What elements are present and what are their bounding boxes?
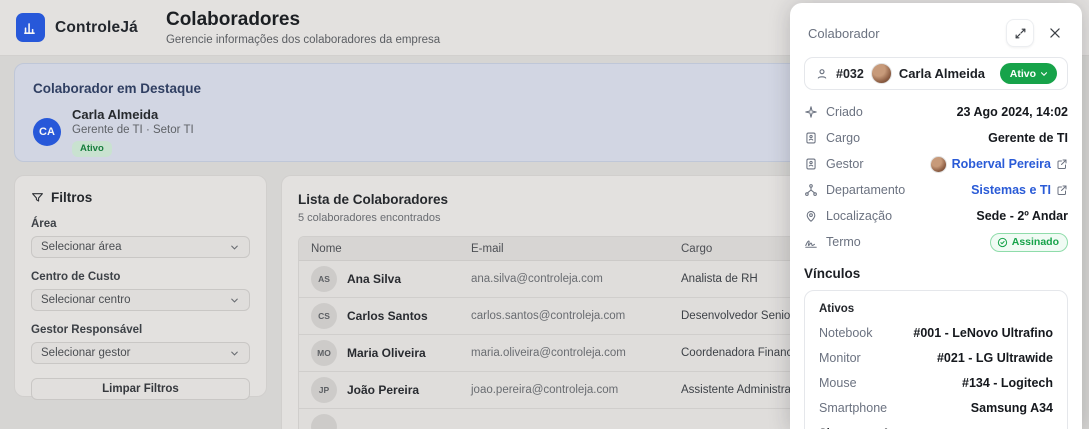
collaborator-detail-panel: Colaborador #032 Carla Almeida Ativo [790, 3, 1082, 429]
smartphone-link[interactable]: Samsung A34 [971, 401, 1053, 415]
avatar: CS [311, 303, 337, 329]
app-logo [16, 13, 45, 42]
column-header-email: E-mail [471, 243, 681, 255]
row-email: joao.pereira@controleja.com [471, 384, 681, 396]
mouse-value: #134 - Logitech [962, 376, 1053, 390]
vinculo-row: Smartphone Samsung A34 [819, 401, 1053, 415]
field-termo: Termo Assinado [804, 232, 1068, 252]
row-name: Carlos Santos [347, 309, 428, 323]
employee-id-row: #032 Carla Almeida Ativo [804, 57, 1068, 90]
manager-select[interactable]: Selecionar gestor [31, 342, 250, 364]
cost-center-label: Centro de Custo [31, 271, 250, 283]
area-label: Área [31, 218, 250, 230]
chevron-down-icon [229, 242, 240, 253]
notebook-link[interactable]: #001 - LeNovo Ultrafino [913, 326, 1053, 340]
external-link-icon [1056, 184, 1068, 196]
check-circle-icon [997, 237, 1008, 248]
field-label: Criado [826, 105, 863, 119]
row-email: carlos.santos@controleja.com [471, 310, 681, 322]
vinculo-label: Notebook [819, 326, 873, 340]
vinculo-row: Monitor #021 - LG Ultrawide [819, 351, 1053, 365]
cost-center-select[interactable]: Selecionar centro [31, 289, 250, 311]
field-gestor: Gestor Roberval Pereira [804, 154, 1068, 174]
avatar [311, 414, 337, 429]
featured-name: Carla Almeida [72, 107, 194, 122]
clear-filters-button[interactable]: Limpar Filtros [31, 378, 250, 400]
close-icon [1048, 26, 1062, 40]
field-value: Gerente de TI [988, 131, 1068, 145]
close-button[interactable] [1042, 20, 1068, 46]
row-name: João Pereira [347, 383, 419, 397]
row-email: ana.silva@controleja.com [471, 273, 681, 285]
employee-name: Carla Almeida [899, 66, 993, 81]
field-departamento: Departamento Sistemas e TI [804, 180, 1068, 200]
department-link[interactable]: Sistemas e TI [971, 183, 1051, 197]
status-label: Ativo [1010, 68, 1036, 80]
page-subtitle: Gerencie informações dos colaboradores d… [166, 34, 440, 46]
avatar: CA [33, 118, 61, 146]
field-label: Gestor [826, 157, 864, 171]
chevron-down-icon [1039, 69, 1049, 79]
id-badge-icon [804, 157, 818, 171]
field-localizacao: Localização Sede - 2º Andar [804, 206, 1068, 226]
brand-name: ControleJá [55, 19, 138, 37]
monitor-link[interactable]: #021 - LG Ultrawide [937, 351, 1053, 365]
field-cargo: Cargo Gerente de TI [804, 128, 1068, 148]
vinculo-row: Mouse #134 - Logitech [819, 376, 1053, 390]
filters-card: Filtros Área Selecionar área Centro de C… [14, 175, 267, 397]
external-link-icon [1056, 158, 1068, 170]
panel-title: Colaborador [804, 26, 1006, 41]
id-badge-icon [804, 131, 818, 145]
avatar: JP [311, 377, 337, 403]
column-header-nome: Nome [299, 243, 471, 255]
field-label: Cargo [826, 131, 860, 145]
avatar: MO [311, 340, 337, 366]
avatar: AS [311, 266, 337, 292]
vinculos-card: Ativos Notebook #001 - LeNovo Ultrafino … [804, 290, 1068, 429]
status-badge: Ativo [72, 141, 112, 157]
expand-button[interactable] [1006, 19, 1034, 47]
map-pin-icon [804, 209, 818, 223]
field-label: Localização [826, 209, 892, 223]
field-value: Sede - 2º Andar [976, 209, 1068, 223]
ativos-group-title: Ativos [819, 303, 1053, 315]
status-dropdown[interactable]: Ativo [1000, 63, 1057, 84]
vinculos-title: Vínculos [804, 266, 1068, 281]
vinculo-label: Mouse [819, 376, 857, 390]
row-name: Ana Silva [347, 272, 401, 286]
user-icon [815, 67, 829, 81]
employee-id: #032 [836, 67, 864, 81]
vinculo-label: Monitor [819, 351, 861, 365]
manager-select-value: Selecionar gestor [41, 347, 131, 359]
row-name: Maria Oliveira [347, 346, 426, 360]
field-value: 23 Ago 2024, 14:02 [957, 105, 1068, 119]
sitemap-icon [804, 183, 818, 197]
chevron-down-icon [229, 348, 240, 359]
page-title: Colaboradores [166, 9, 440, 31]
field-label: Departamento [826, 183, 905, 197]
chevron-down-icon [229, 295, 240, 306]
cost-center-select-value: Selecionar centro [41, 294, 131, 306]
manager-label: Gestor Responsável [31, 324, 250, 336]
area-select[interactable]: Selecionar área [31, 236, 250, 258]
filters-title: Filtros [51, 190, 92, 205]
bar-chart-icon [22, 19, 39, 36]
signed-label: Assinado [1012, 236, 1059, 248]
field-criado: Criado 23 Ago 2024, 14:02 [804, 102, 1068, 122]
manager-avatar [930, 156, 947, 173]
signed-badge: Assinado [990, 233, 1068, 252]
sparkle-icon [804, 105, 818, 119]
area-select-value: Selecionar área [41, 241, 122, 253]
field-label: Termo [826, 235, 861, 249]
employee-avatar [871, 63, 892, 84]
signature-icon [804, 235, 818, 249]
vinculo-label: Smartphone [819, 401, 887, 415]
manager-link[interactable]: Roberval Pereira [952, 157, 1051, 171]
expand-icon [1014, 27, 1027, 40]
featured-role: Gerente de TI · Setor TI [72, 124, 194, 136]
vinculo-row: Notebook #001 - LeNovo Ultrafino [819, 326, 1053, 340]
filter-icon [31, 191, 44, 204]
row-email: maria.oliveira@controleja.com [471, 347, 681, 359]
